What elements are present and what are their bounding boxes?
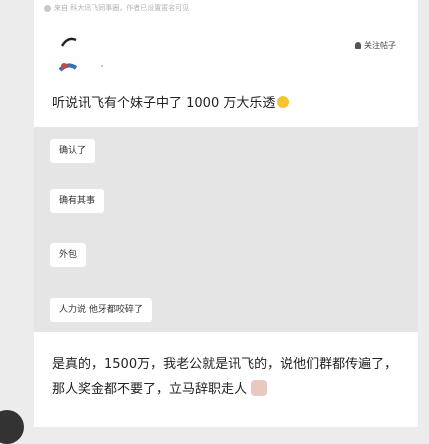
post-source: 来自 科大讯飞同事圈，作者已设置匿名可见 bbox=[44, 3, 189, 13]
follow-label: 关注帖子 bbox=[364, 41, 396, 50]
source-text: 来自 科大讯飞同事圈，作者已设置匿名可见 bbox=[54, 4, 190, 12]
corner-avatar[interactable] bbox=[0, 410, 24, 444]
comment-list: 确认了 确有其事 外包 人力说 他牙都咬碎了 bbox=[34, 127, 418, 332]
sticker-icon bbox=[251, 380, 268, 396]
comment-bubble: 确认了 bbox=[50, 139, 96, 163]
reply-text: 是真的，1500万，我老公就是讯飞的，说他们群都传遍了，那人奖金都不要了，立马辞… bbox=[52, 352, 402, 402]
bell-icon bbox=[355, 42, 361, 49]
reply-body: 是真的，1500万，我老公就是讯飞的，说他们群都传遍了，那人奖金都不要了，立马辞… bbox=[52, 357, 398, 397]
follow-post-button[interactable]: 关注帖子 bbox=[355, 40, 396, 51]
post-title: 听说讯飞有个妹子中了 1000 万大乐透 bbox=[52, 92, 290, 111]
grin-emoji-icon bbox=[277, 96, 290, 108]
author-avatar[interactable] bbox=[54, 32, 114, 80]
post-card: 来自 科大讯飞同事圈，作者已设置匿名可见 关注帖子 听说讯飞有个妹子中了 100… bbox=[34, 0, 418, 427]
source-icon bbox=[44, 4, 51, 12]
post-title-text: 听说讯飞有个妹子中了 1000 万大乐透 bbox=[52, 96, 276, 111]
comment-bubble: 人力说 他牙都咬碎了 bbox=[50, 298, 152, 322]
comment-bubble: 外包 bbox=[50, 243, 87, 267]
comment-bubble: 确有其事 bbox=[50, 189, 105, 213]
